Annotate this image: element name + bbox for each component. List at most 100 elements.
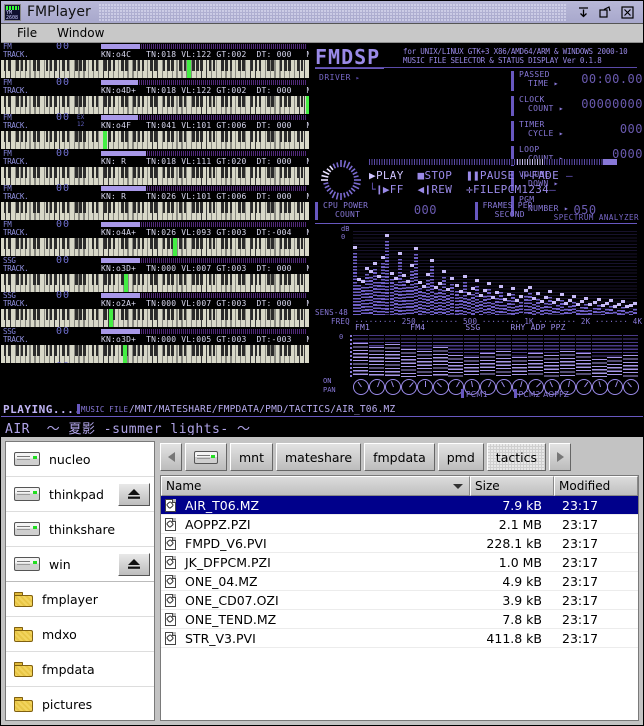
menu-window[interactable]: Window <box>47 25 114 41</box>
vu-channel <box>353 335 368 377</box>
file-modified: 23:17 <box>562 611 599 627</box>
musicfile-marker <box>77 404 80 414</box>
vu-channel <box>416 335 432 377</box>
spectrum-zero-label: 0 <box>341 233 346 241</box>
table-row[interactable]: FMPD_V6.PVI 228.1 kB 23:17 <box>161 534 638 553</box>
spectrum-peak <box>608 299 613 302</box>
vu-channel <box>432 335 448 377</box>
tracker-track-number: 00 <box>56 76 71 88</box>
tracker-active-key <box>305 95 309 114</box>
breadcrumb-item-root[interactable] <box>185 443 227 471</box>
file-icon <box>161 631 179 645</box>
tracker-track-number: 00 <box>56 43 71 52</box>
file-icon <box>161 555 179 569</box>
breadcrumb: mnt mateshare fmpdata pmd tactics <box>160 441 639 473</box>
sidebar-item-fmpdata[interactable]: fmpdata <box>6 652 154 687</box>
tracker-keyboard <box>1 95 309 114</box>
file-modified: 23:17 <box>562 630 599 646</box>
fade-button[interactable]: ⊩FADE <box>521 169 559 182</box>
spectrum-peak <box>576 303 581 306</box>
playing-label: PLAYING.... <box>3 403 82 416</box>
column-header-modified[interactable]: Modified <box>554 476 638 496</box>
fm-display-area: FM TRACK. 00 KN:o4C TN:018 VL:122 GT:002 DT… <box>1 43 643 436</box>
vu-channel <box>575 335 591 377</box>
spectrum-peak <box>592 301 597 304</box>
file-name: STR_V3.PVI <box>185 630 256 646</box>
sidebar-item-nucleo[interactable]: nucleo <box>6 442 154 477</box>
spectrum-peak <box>547 290 552 293</box>
sidebar-item-win[interactable]: win <box>6 547 154 582</box>
ff-button[interactable]: ❙▶FF <box>376 183 404 196</box>
tracker-level-meter <box>101 328 306 334</box>
sidebar-item-mdxo[interactable]: mdxo <box>6 617 154 652</box>
breadcrumb-prev-button[interactable] <box>160 443 182 471</box>
musicfile-label: MUSIC FILE <box>81 405 129 414</box>
tracker-track-number: 00 <box>56 183 71 195</box>
fmdsp-divider <box>315 67 637 68</box>
fm-tracker-panel: FM TRACK. 00 KN:o4C TN:018 VL:122 GT:002 DT… <box>1 43 309 363</box>
status-readout: TIMER CYCLE ▸ 000 <box>511 120 643 145</box>
spectrum-peak <box>389 272 394 275</box>
spectrum-peak <box>454 284 459 287</box>
vu-channel <box>623 335 639 377</box>
file-list-header: Name Size Modified <box>161 476 638 496</box>
sidebar-item-thinkshare[interactable]: thinkshare <box>6 512 154 547</box>
spectrum-peak <box>572 295 577 298</box>
transport-row-1: ▶PLAY ■STOP ❚❚PAUSE ⊩FADE — <box>369 169 573 182</box>
eject-button[interactable] <box>118 482 150 506</box>
breadcrumb-next-button[interactable] <box>549 443 571 471</box>
sidebar-item-thinkpad[interactable]: thinkpad <box>6 477 154 512</box>
table-row[interactable]: AOPPZ.PZI 2.1 MB 23:17 <box>161 515 638 534</box>
table-row[interactable]: JK_DFPCM.PZI 1.0 MB 23:17 <box>161 553 638 572</box>
eject-button[interactable] <box>118 552 150 576</box>
spectrum-peak <box>604 302 609 305</box>
drive-icon <box>14 557 40 571</box>
seek-end <box>603 159 617 165</box>
filepcm-button[interactable]: ✛FILEPCM1234 <box>466 183 549 196</box>
column-header-size[interactable]: Size <box>470 476 554 496</box>
seek-bar[interactable] <box>369 159 617 165</box>
tracker-active-key <box>122 344 127 363</box>
breadcrumb-item-mnt[interactable]: mnt <box>230 443 273 471</box>
breadcrumb-item-fmpdata[interactable]: fmpdata <box>364 443 435 471</box>
play-button[interactable]: ▶PLAY <box>369 169 404 182</box>
spectrum-peak <box>442 270 447 273</box>
title-bar-drag-area[interactable] <box>98 3 566 21</box>
sidebar-item-fmplayer[interactable]: fmplayer <box>6 582 154 617</box>
table-row[interactable]: ONE_04.MZ 4.9 kB 23:17 <box>161 572 638 591</box>
spectrum-peak <box>596 298 601 301</box>
pause-button[interactable]: ❚❚PAUSE <box>466 169 514 182</box>
status-readout: CLOCK COUNT ▸ 00000000 <box>511 95 643 120</box>
table-row[interactable]: AIR_T06.MZ 7.9 kB 23:17 <box>161 496 638 515</box>
table-row[interactable]: ONE_TEND.MZ 7.8 kB 23:17 <box>161 610 638 629</box>
stop-button[interactable]: ■STOP <box>418 169 453 182</box>
maximize-icon[interactable] <box>598 5 613 20</box>
pcm2-label: PCM2 <box>518 390 541 399</box>
close-icon[interactable] <box>620 5 635 20</box>
transport-row-2: └❙▶FF ◀❙REW ✛FILEPCM1234— <box>369 183 557 196</box>
spectrum-peak <box>430 259 435 262</box>
vu-channel <box>559 335 575 377</box>
rew-button[interactable]: ◀❙REW <box>418 183 453 196</box>
tracker-active-key <box>187 60 192 78</box>
breadcrumb-item-pmd[interactable]: pmd <box>437 443 484 471</box>
tracker-keyboard <box>1 60 309 78</box>
folder-icon <box>14 591 33 607</box>
tracker-level-meter <box>101 221 306 227</box>
fmplayer-window: YM 2608 FMPlayer File Window FM TRACK. 00 K… <box>0 0 644 726</box>
breadcrumb-item-tactics[interactable]: tactics <box>486 443 546 471</box>
menu-file[interactable]: File <box>7 25 47 41</box>
file-icon <box>161 593 179 607</box>
sidebar-item-label: fmpdata <box>42 661 95 677</box>
table-row[interactable]: STR_V3.PVI 411.8 kB 23:17 <box>161 629 638 648</box>
drive-icon <box>14 522 40 536</box>
pcm1-marker <box>461 389 464 398</box>
tracker-track-number: 00 <box>56 218 71 230</box>
column-header-name[interactable]: Name <box>161 476 470 496</box>
tracker-keyboard <box>1 344 309 363</box>
minimize-icon[interactable] <box>576 5 591 20</box>
tracker-row: FM TRACK. 00 KN:o4D+ TN:018 VL:122 GT:002 D… <box>1 76 309 115</box>
sidebar-item-pictures[interactable]: pictures <box>6 687 154 720</box>
table-row[interactable]: ONE_CD07.OZI 3.9 kB 23:17 <box>161 591 638 610</box>
breadcrumb-item-mateshare[interactable]: mateshare <box>276 443 362 471</box>
